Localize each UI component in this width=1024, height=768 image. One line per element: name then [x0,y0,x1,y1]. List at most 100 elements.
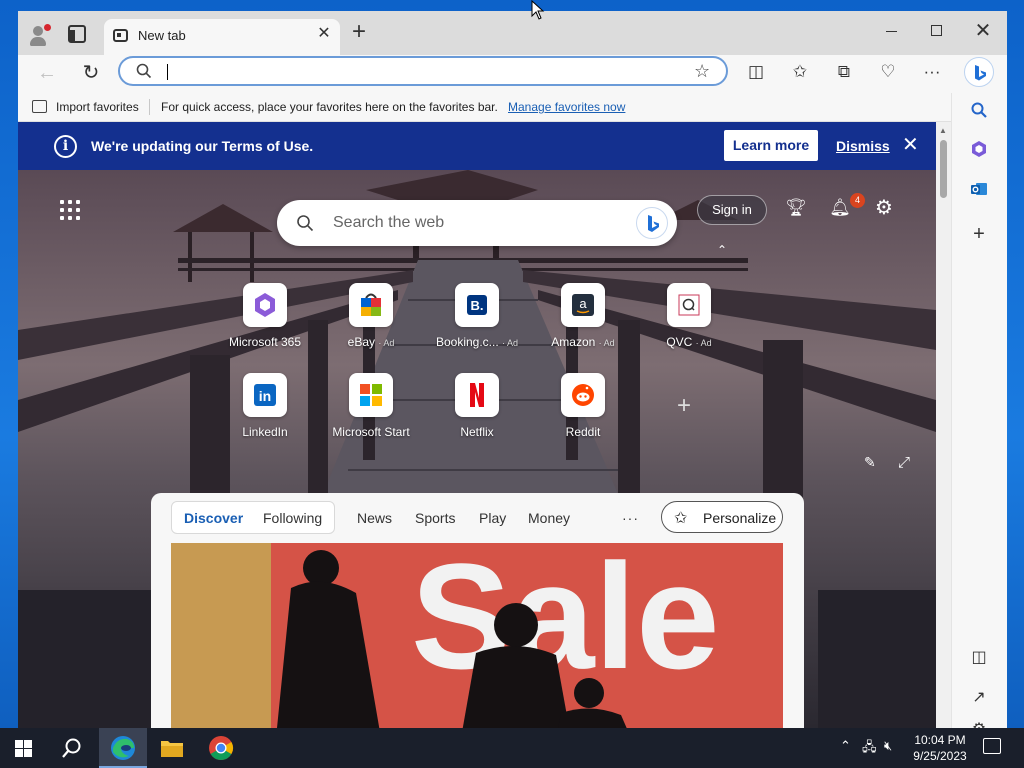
quick-link-label: eBay [347,335,375,349]
add-icon[interactable]: + [968,223,990,245]
tab-sports[interactable]: Sports [415,510,455,526]
search-icon[interactable] [968,101,990,123]
show-hidden-icons-chevron-icon[interactable]: ⌃ [840,738,851,754]
personalize-button[interactable]: ✩ Personalize [661,501,783,533]
quick-link-ebay[interactable]: eBay · Ad [326,283,416,357]
scroll-up-arrow-icon[interactable]: ▲ [939,126,947,135]
page-scrollbar[interactable]: ▲ [936,122,951,728]
tab-actions-icon[interactable] [68,25,86,43]
profile-button[interactable] [27,23,53,49]
quick-link-netflix[interactable]: Netflix [432,373,522,447]
search-icon [297,215,314,232]
volume-muted-icon[interactable]: 🔇︎ [884,738,892,754]
svg-text:in: in [259,388,271,404]
sidebar-settings-icon[interactable]: ⚙ [968,719,990,728]
quick-link-label: Reddit [565,425,601,439]
quick-link-label: Microsoft 365 [228,335,302,349]
quick-link-reddit[interactable]: Reddit [538,373,628,447]
tab-discover[interactable]: Discover [184,510,243,526]
page-settings-gear-icon[interactable]: ⚙ [872,196,896,220]
refresh-button[interactable]: ↻ [80,62,102,84]
taskbar-edge-button[interactable] [99,728,147,768]
terms-banner: i We're updating our Terms of Use. Learn… [18,122,936,170]
back-button[interactable]: ← [36,62,58,84]
settings-more-icon[interactable]: ··· [921,61,943,83]
tab-following[interactable]: Following [263,510,322,526]
tab-money[interactable]: Money [528,510,570,526]
import-favorites-button[interactable]: Import favorites [56,100,139,114]
quick-link-microsoft-start[interactable]: Microsoft Start [326,373,416,447]
quick-link-label: Amazon [551,335,596,349]
add-favorite-star-icon[interactable]: ☆ [694,61,710,82]
bing-copilot-button[interactable] [964,57,994,87]
manage-favorites-link[interactable]: Manage favorites now [508,100,625,114]
import-icon [32,100,47,113]
close-tab-icon[interactable]: ✕ [315,25,333,43]
learn-more-button[interactable]: Learn more [724,130,818,161]
outlook-icon[interactable] [968,180,990,202]
edge-sidebar: + ◫ ↗ ⚙ [951,93,1007,728]
split-screen-icon[interactable]: ◫ [745,61,767,83]
rewards-trophy-icon[interactable]: 🏆︎ [785,198,807,220]
close-banner-icon[interactable]: ✕ [902,134,919,156]
sign-in-button[interactable]: Sign in [697,195,767,225]
notification-center-icon[interactable] [983,738,1001,754]
taskbar-search-icon[interactable] [61,737,83,759]
taskbar-chrome-button[interactable] [197,728,245,768]
feed-hero-image[interactable]: Sale [171,543,783,728]
info-icon: i [54,135,77,158]
quick-link-label: QVC [666,335,693,349]
ad-tag: · Ad [695,338,712,348]
scroll-thumb[interactable] [940,140,947,198]
expand-icon[interactable]: ⤢ [898,454,916,472]
svg-text:B.: B. [471,298,484,313]
dismiss-link[interactable]: Dismiss [836,138,890,154]
search-icon [136,63,152,79]
quick-link-microsoft-365[interactable]: Microsoft 365 [220,283,310,357]
personalize-icon: ✩ [674,510,688,527]
bing-chat-icon[interactable] [636,207,668,239]
quick-link-qvc[interactable]: QVC · Ad [644,283,734,357]
banner-message: We're updating our Terms of Use. [91,138,314,154]
maximize-button[interactable] [931,25,942,36]
new-tab-button[interactable]: + [348,20,370,44]
close-window-button[interactable]: ✕ [973,21,993,41]
open-external-icon[interactable]: ↗ [968,687,990,709]
web-search-box[interactable]: Search the web [277,200,677,246]
booking-icon: B. [455,283,499,327]
qvc-icon [667,283,711,327]
newtab-page: i We're updating our Terms of Use. Learn… [18,122,936,728]
network-icon[interactable]: 🖧︎ [862,738,877,760]
favorites-bar: Import favorites For quick access, place… [18,93,951,122]
favorites-icon[interactable]: ✩ [789,61,811,83]
microsoft-365-icon[interactable] [968,140,990,162]
tab-news[interactable]: News [357,510,392,526]
tab-new-tab[interactable]: New tab ✕ [104,19,340,55]
hide-sidebar-icon[interactable]: ◫ [968,647,990,669]
address-bar[interactable]: ☆ [118,56,728,86]
folder-icon [161,741,183,757]
clock-time: 10:04 PM [914,733,966,747]
notifications-bell-icon[interactable]: 🔔︎ [829,198,851,220]
quick-link-amazon[interactable]: a Amazon · Ad [538,283,628,357]
browser-essentials-icon[interactable]: ♡ [877,61,899,83]
ebay-bag-icon [349,283,393,327]
collapse-chevron-icon[interactable]: ⌃ [717,243,727,257]
tab-play[interactable]: Play [479,510,506,526]
apps-grid-icon[interactable] [60,200,80,220]
quick-link-label: Booking.c... [435,335,499,349]
tab-strip: New tab ✕ + ✕ [18,11,1007,55]
edit-background-icon[interactable]: ✎ [864,454,882,472]
notification-badge: 4 [850,193,865,208]
collections-icon[interactable]: ⧉ [833,61,855,83]
taskbar-clock[interactable]: 10:04 PM 9/25/2023 [905,732,975,764]
add-shortcut-icon[interactable]: + [677,394,691,418]
linkedin-icon: in [243,373,287,417]
quick-link-booking[interactable]: B. Booking.c... · Ad [432,283,522,357]
minimize-button[interactable] [881,21,903,43]
more-tabs-button[interactable]: ··· [622,510,639,526]
quick-link-label: Microsoft Start [332,425,410,439]
quick-link-linkedin[interactable]: in LinkedIn [220,373,310,447]
start-button[interactable] [15,740,32,757]
taskbar-file-explorer-button[interactable] [148,728,196,768]
